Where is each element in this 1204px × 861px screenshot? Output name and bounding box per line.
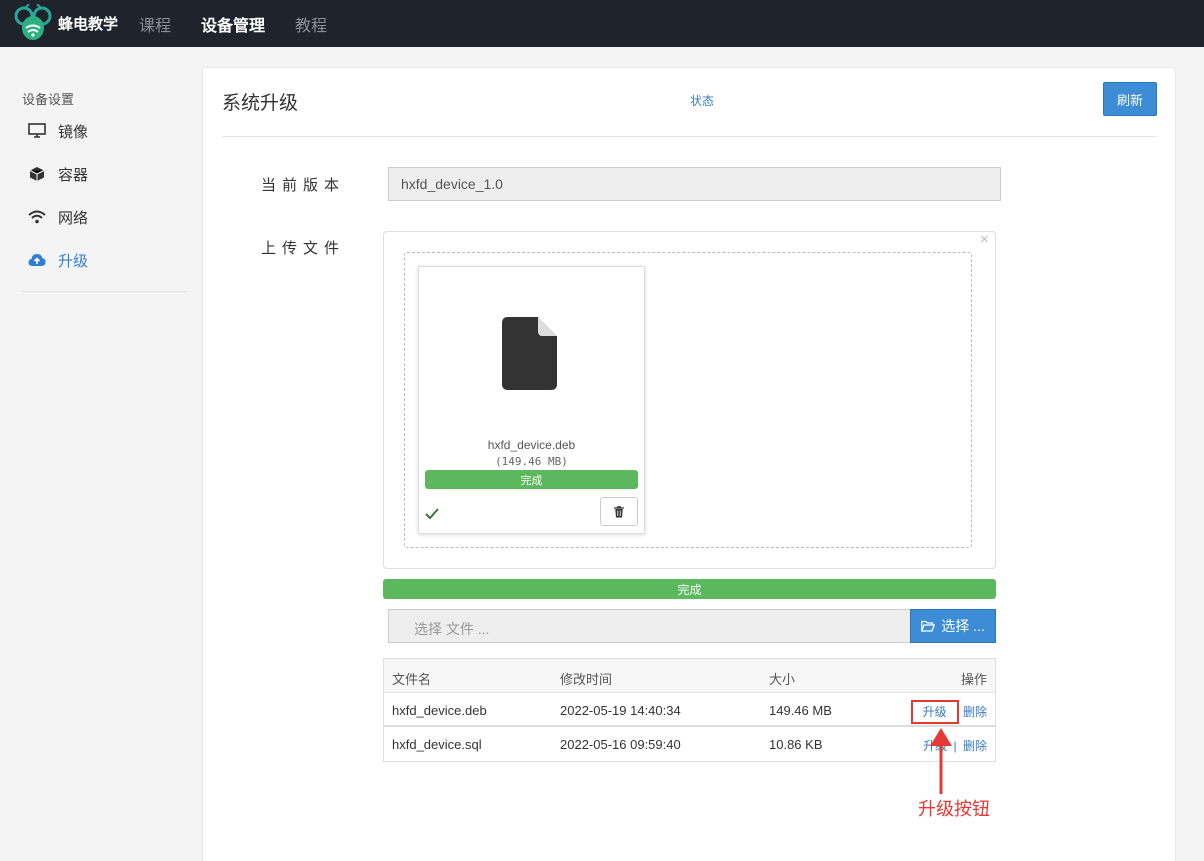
upgrade-link[interactable]: 升级 (910, 700, 959, 724)
trash-icon (614, 505, 624, 517)
sidebar-item-container[interactable]: 容器 (22, 159, 187, 189)
sidebar-title: 设备设置 (22, 92, 75, 107)
row-modified-time: 2022-05-19 14:40:34 (560, 703, 681, 718)
table-row: hxfd_device.deb 2022-05-19 14:40:34 149.… (384, 693, 995, 727)
header-filename: 文件名 (392, 672, 432, 687)
header-divider (222, 136, 1157, 137)
row-size: 10.86 KB (769, 737, 823, 752)
browse-button-label: 选择 ... (941, 618, 985, 634)
preview-file-size: (149.46 MB) (495, 455, 568, 468)
delete-link[interactable]: 删除 (963, 739, 987, 753)
file-preview-card (418, 266, 645, 534)
monitor-icon (22, 123, 58, 139)
page-title: 系统升级 (222, 93, 299, 114)
total-progress-label: 完成 (677, 582, 702, 597)
sidebar-item-mirror[interactable]: 镜像 (22, 116, 187, 146)
sidebar-item-label: 升级 (58, 252, 89, 270)
check-icon (425, 508, 439, 520)
row-filename: hxfd_device.sql (392, 737, 482, 752)
upload-file-label: 上传文件 (261, 240, 346, 257)
current-version-label: 当前版本 (261, 177, 346, 194)
sidebar-divider (22, 291, 187, 292)
table-row: hxfd_device.sql 2022-05-16 09:59:40 10.8… (384, 727, 995, 761)
bee-logo-icon[interactable] (10, 4, 56, 42)
cloud-upload-icon (22, 253, 58, 267)
sidebar-item-label: 容器 (58, 166, 89, 184)
preview-file-name: hxfd_device.deb (487, 438, 576, 452)
header-actions: 操作 (960, 672, 987, 687)
total-progress-bar: 完成 (383, 579, 996, 599)
nav-courses[interactable]: 课程 (139, 12, 171, 36)
file-path-input[interactable]: 选择 文件 ... (388, 609, 910, 643)
files-table: 文件名 修改时间 大小 操作 hxfd_device.deb 2022-05-1… (383, 658, 996, 762)
current-version-field: hxfd_device_1.0 (388, 167, 1001, 201)
nav-device-management[interactable]: 设备管理 (201, 12, 265, 36)
preview-progress-bar: 完成 (425, 470, 638, 489)
remove-file-button[interactable] (600, 497, 638, 526)
refresh-button[interactable]: 刷新 (1103, 82, 1157, 116)
header-size: 大小 (769, 672, 796, 687)
row-size: 149.46 MB (769, 703, 832, 718)
nav-tutorials[interactable]: 教程 (295, 12, 327, 36)
row-filename: hxfd_device.deb (392, 703, 487, 718)
top-navbar: 蜂电教学 课程 设备管理 教程 (0, 0, 1204, 47)
browse-button[interactable]: 选择 ... (910, 609, 996, 643)
brand-name[interactable]: 蜂电教学 (58, 13, 118, 34)
folder-open-icon (921, 620, 936, 632)
annotation-arrow-icon (930, 728, 952, 794)
table-header-row: 文件名 修改时间 大小 操作 (384, 659, 995, 693)
sidebar-item-upgrade[interactable]: 升级 (22, 245, 187, 275)
delete-link[interactable]: 删除 (963, 705, 987, 719)
row-modified-time: 2022-05-16 09:59:40 (560, 737, 681, 752)
preview-progress-label: 完成 (520, 474, 543, 487)
sidebar-item-label: 网络 (58, 209, 89, 227)
row-actions: 升级 删除 (910, 700, 987, 724)
wifi-icon (22, 210, 58, 224)
status-link[interactable]: 状态 (690, 92, 714, 109)
box-icon (22, 166, 58, 182)
file-icon (502, 317, 557, 390)
sidebar-item-label: 镜像 (58, 123, 89, 141)
annotation-label: 升级按钮 (918, 799, 990, 819)
header-modified-time: 修改时间 (560, 672, 613, 687)
sidebar-item-network[interactable]: 网络 (22, 202, 187, 232)
close-icon[interactable]: × (980, 231, 989, 248)
